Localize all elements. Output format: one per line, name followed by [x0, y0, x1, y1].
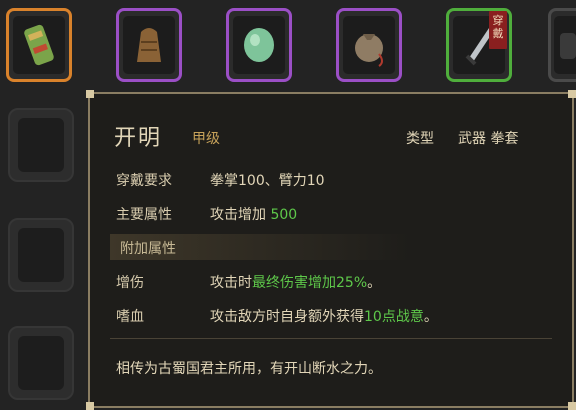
item-grade: 甲级: [192, 131, 220, 147]
extra-attributes-title: 附加属性: [120, 241, 176, 257]
extra-attribute-highlight: 10点战意: [364, 309, 424, 325]
main-attribute-label: 主要属性: [116, 207, 172, 223]
tooltip-corner: [86, 402, 94, 410]
extra-attribute-label: 增伤: [116, 275, 144, 291]
inventory-slot-jade-stone[interactable]: [226, 8, 292, 82]
inventory-slot-empty[interactable]: [8, 108, 74, 182]
main-attribute-value: 攻击增加 500: [210, 204, 297, 224]
extra-attribute-prefix: 攻击敌方时自身额外获得: [210, 309, 364, 325]
main-attribute-prefix: 攻击增加: [210, 207, 266, 223]
extra-attribute-value: 攻击时最终伤害增加25%。: [210, 272, 381, 292]
item-lore: 相传为古蜀国君主所用，有开山断水之力。: [116, 361, 382, 377]
item-tooltip: 开明 甲级 类型 武器 拳套 穿戴要求 拳掌100、臂力10 主要属性 攻击增加…: [86, 90, 576, 410]
inventory-slot-dark-item[interactable]: [548, 8, 576, 82]
extra-attribute-suffix: 。: [367, 275, 382, 291]
inventory-slot-leather-glove[interactable]: [116, 8, 182, 82]
extra-attributes-header: 附加属性: [110, 234, 410, 260]
dark-item-icon: [560, 33, 576, 59]
leather-glove-icon: [137, 28, 161, 62]
equipped-tag: 穿戴: [489, 11, 507, 49]
extra-attribute-highlight: 最终伤害增加25%: [252, 275, 368, 291]
tooltip-corner: [86, 90, 94, 98]
inventory-slot-empty[interactable]: [8, 326, 74, 400]
fist-wrap-icon: [24, 24, 54, 66]
inventory-slot-fist-wrap[interactable]: [6, 8, 72, 82]
requirement-label: 穿戴要求: [116, 173, 172, 189]
extra-attribute-suffix: 。: [423, 309, 438, 325]
tooltip-corner: [568, 402, 576, 410]
item-type-value: 武器 拳套: [458, 131, 519, 147]
item-name: 开明: [114, 126, 163, 151]
main-attribute-number: 500: [270, 207, 298, 223]
pouch-icon: [355, 34, 383, 67]
requirement-value: 拳掌100、臂力10: [210, 173, 325, 189]
inventory-slot-empty[interactable]: [8, 218, 74, 292]
inventory-slot-dagger[interactable]: 穿戴: [446, 8, 512, 82]
tooltip-corner: [568, 90, 576, 98]
extra-attribute-label: 嗜血: [116, 309, 144, 325]
inventory-slot-pouch[interactable]: [336, 8, 402, 82]
lore-divider: [110, 338, 552, 339]
jade-stone-icon: [244, 28, 274, 62]
item-type-label: 类型: [406, 131, 434, 147]
extra-attribute-value: 攻击敌方时自身额外获得10点战意。: [210, 306, 438, 326]
extra-attribute-prefix: 攻击时: [210, 275, 252, 291]
